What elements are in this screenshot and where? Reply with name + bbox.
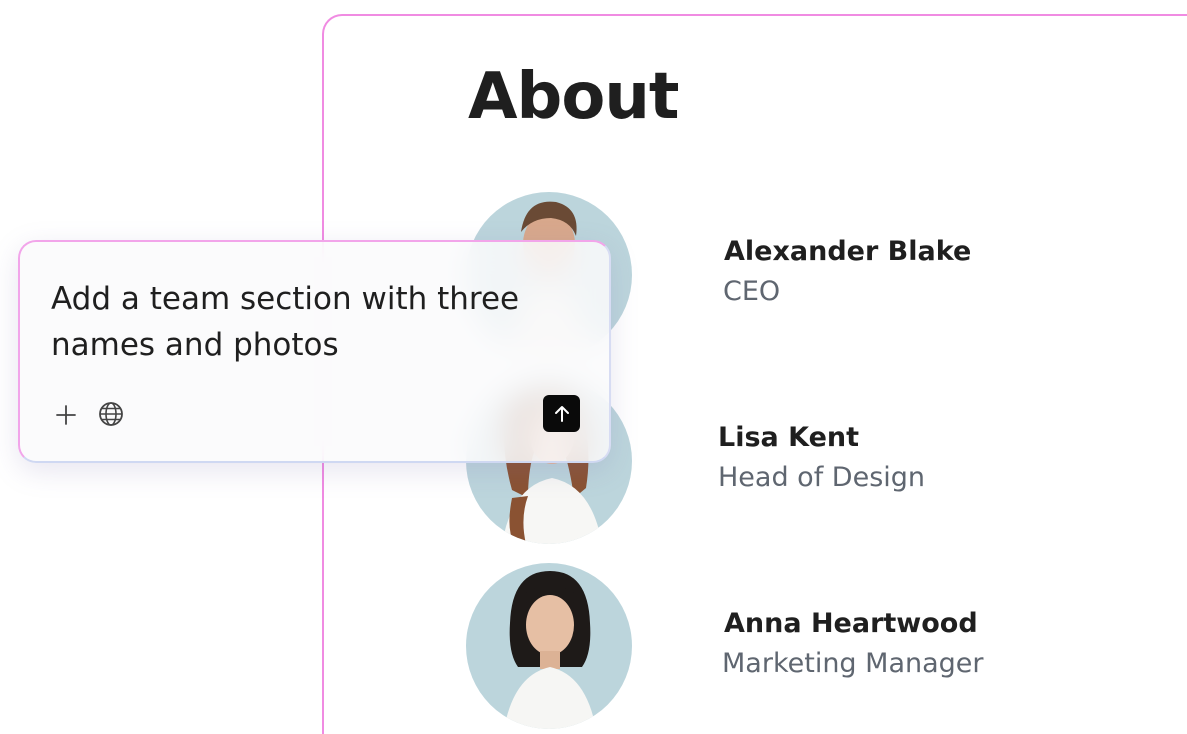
send-button[interactable] <box>543 395 580 432</box>
avatar <box>466 563 632 729</box>
member-role: CEO <box>723 276 781 307</box>
member-role: Head of Design <box>718 462 926 493</box>
web-search-button[interactable] <box>97 400 125 428</box>
arrow-up-icon <box>554 405 569 422</box>
prompt-input-card[interactable]: Add a team section with three names and … <box>18 240 611 463</box>
page-title: About <box>468 60 679 134</box>
member-name: Anna Heartwood <box>724 608 978 639</box>
prompt-input[interactable]: Add a team section with three names and … <box>51 276 581 368</box>
member-name: Lisa Kent <box>718 422 860 453</box>
member-name: Alexander Blake <box>724 236 972 267</box>
member-role: Marketing Manager <box>722 648 984 679</box>
globe-icon <box>99 402 123 426</box>
add-attachment-button[interactable] <box>52 401 80 429</box>
plus-icon <box>56 405 76 425</box>
